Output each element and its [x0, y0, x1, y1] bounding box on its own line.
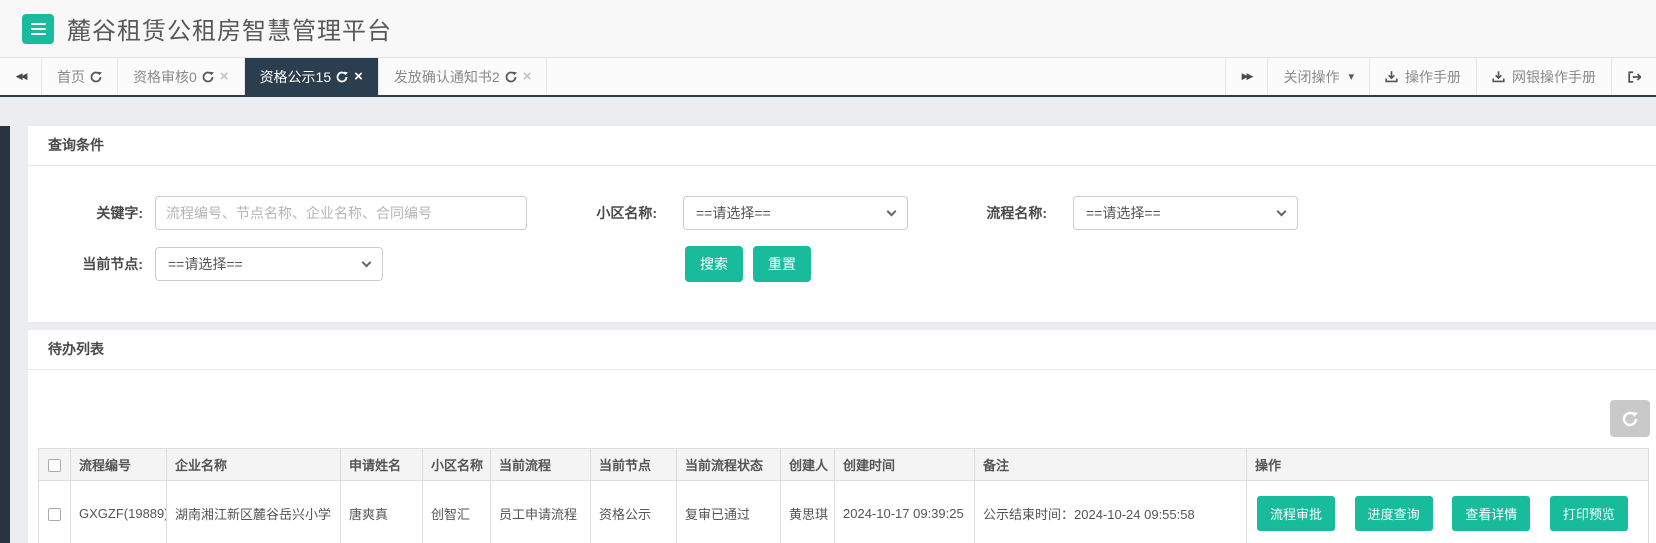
tab-issue-confirmation-notice[interactable]: 发放确认通知书2 ×	[379, 58, 548, 95]
col-process-status: 当前流程状态	[676, 448, 781, 481]
progress-query-button[interactable]: 进度查询	[1354, 495, 1433, 531]
col-created-at: 创建时间	[834, 448, 975, 481]
col-actions: 操作	[1246, 448, 1649, 481]
download-icon	[1492, 70, 1505, 83]
cell-process-no: GXGZF(19889)	[70, 480, 167, 543]
sign-out-icon	[1627, 70, 1641, 84]
query-panel: 查询条件 关键字: 小区名称: ==请选择== 流程名称: ==请选择==	[28, 126, 1656, 322]
select-all-checkbox[interactable]	[48, 459, 61, 473]
process-select[interactable]: ==请选择==	[1073, 196, 1298, 230]
tab-label: 资格公示15	[259, 68, 332, 85]
tabs-scroll-left-button[interactable]: ◀◀	[0, 58, 42, 95]
query-panel-title: 查询条件	[28, 126, 1656, 166]
cell-creator: 黄思琪	[780, 480, 835, 543]
app-screen: 麓谷租赁公租房智慧管理平台 ◀◀ 首页 资格审核0 × 资格公示15 × 发放确…	[0, 0, 1656, 543]
download-icon	[1385, 70, 1398, 83]
cell-current-process: 员工申请流程	[490, 480, 591, 543]
tab-home[interactable]: 首页	[42, 58, 118, 95]
tab-qualification-publicity[interactable]: 资格公示15 ×	[244, 58, 379, 95]
table-toolbar	[28, 370, 1656, 448]
page-title: 麓谷租赁公租房智慧管理平台	[67, 18, 392, 45]
tab-label: 发放确认通知书2	[393, 68, 500, 85]
close-operations-dropdown[interactable]: 关闭操作 ▾	[1267, 58, 1369, 95]
process-label: 流程名称:	[986, 205, 1047, 221]
hamburger-icon	[30, 22, 46, 25]
tabs-scroll-right-button[interactable]: ▶▶	[1224, 58, 1268, 95]
cell-remark: 公示结束时间：2024-10-24 09:55:58	[974, 480, 1247, 543]
refresh-table-button[interactable]	[1610, 400, 1650, 437]
node-select[interactable]: ==请选择==	[155, 247, 383, 281]
cell-applicant: 唐爽真	[340, 480, 423, 543]
community-label: 小区名称:	[596, 205, 657, 221]
query-form: 关键字: 小区名称: ==请选择== 流程名称: ==请选择== 当前节点:	[28, 166, 1656, 322]
cell-enterprise: 湖南湘江新区麓谷岳兴小学	[166, 480, 341, 543]
tab-label: 首页	[57, 68, 85, 85]
search-button[interactable]: 搜索	[685, 246, 743, 282]
community-select[interactable]: ==请选择==	[683, 196, 908, 230]
tab-bar-spacer	[547, 58, 1224, 95]
todo-table: 流程编号 企业名称 申请姓名 小区名称 当前流程 当前节点 当前流程状态 创建人…	[38, 448, 1649, 543]
tab-close-icon[interactable]: ×	[354, 69, 363, 84]
col-current-node: 当前节点	[590, 448, 677, 481]
todo-panel-title: 待办列表	[28, 330, 1656, 370]
cell-current-node: 资格公示	[590, 480, 677, 543]
cell-process-status: 复审已通过	[676, 480, 781, 543]
col-remark: 备注	[974, 448, 1247, 481]
col-process-no: 流程编号	[70, 448, 167, 481]
row-checkbox[interactable]	[48, 507, 61, 521]
menu-toggle-button[interactable]	[22, 13, 54, 44]
app-header: 麓谷租赁公租房智慧管理平台	[0, 0, 1656, 58]
caret-down-icon: ▾	[1348, 71, 1354, 83]
chevron-down-icon	[886, 206, 897, 216]
table-row: GXGZF(19889) 湖南湘江新区麓谷岳兴小学 唐爽真 创智汇 员工申请流程…	[38, 480, 1649, 543]
main-content: 查询条件 关键字: 小区名称: ==请选择== 流程名称: ==请选择==	[0, 126, 1656, 543]
node-label: 当前节点:	[82, 256, 143, 272]
bank-manual-link[interactable]: 网银操作手册	[1476, 58, 1611, 95]
refresh-icon	[1622, 411, 1638, 427]
print-preview-button[interactable]: 打印预览	[1549, 495, 1628, 531]
col-current-process: 当前流程	[490, 448, 591, 481]
tab-qualification-review[interactable]: 资格审核0 ×	[118, 58, 245, 95]
cell-actions: 流程审批 进度查询 查看详情 打印预览	[1246, 480, 1649, 543]
tab-refresh-icon[interactable]	[505, 71, 517, 83]
tab-close-icon[interactable]: ×	[523, 69, 532, 84]
operation-manual-link[interactable]: 操作手册	[1369, 58, 1476, 95]
reset-button[interactable]: 重置	[753, 246, 811, 282]
tab-close-icon[interactable]: ×	[220, 69, 229, 84]
chevron-down-icon	[1276, 206, 1287, 216]
cell-created-at: 2024-10-17 09:39:25	[834, 480, 975, 543]
col-creator: 创建人	[780, 448, 835, 481]
tab-bar: ◀◀ 首页 资格审核0 × 资格公示15 × 发放确认通知书2 × ▶▶ 关闭操…	[0, 58, 1656, 97]
chevron-down-icon	[361, 257, 372, 267]
tab-label: 资格审核0	[133, 68, 197, 85]
keyword-label: 关键字:	[96, 205, 143, 221]
keyword-input[interactable]	[155, 196, 527, 230]
todo-panel: 待办列表 流程编号 企业名称 申请姓名 小区名称 当前流程 当前节点 当前流程状…	[28, 330, 1656, 543]
tab-refresh-icon[interactable]	[90, 71, 102, 83]
process-approval-button[interactable]: 流程审批	[1257, 495, 1336, 531]
collapsed-sidebar	[0, 126, 10, 543]
col-applicant: 申请姓名	[340, 448, 423, 481]
col-community: 小区名称	[422, 448, 491, 481]
cell-community: 创智汇	[422, 480, 491, 543]
tab-refresh-icon[interactable]	[202, 71, 214, 83]
col-enterprise: 企业名称	[166, 448, 341, 481]
table-header-row: 流程编号 企业名称 申请姓名 小区名称 当前流程 当前节点 当前流程状态 创建人…	[38, 448, 1649, 481]
double-chevron-right-icon: ▶▶	[1241, 71, 1254, 81]
view-details-button[interactable]: 查看详情	[1452, 495, 1531, 531]
tab-refresh-icon[interactable]	[336, 71, 348, 83]
double-chevron-left-icon: ◀◀	[15, 71, 28, 81]
logout-button[interactable]	[1611, 58, 1656, 95]
